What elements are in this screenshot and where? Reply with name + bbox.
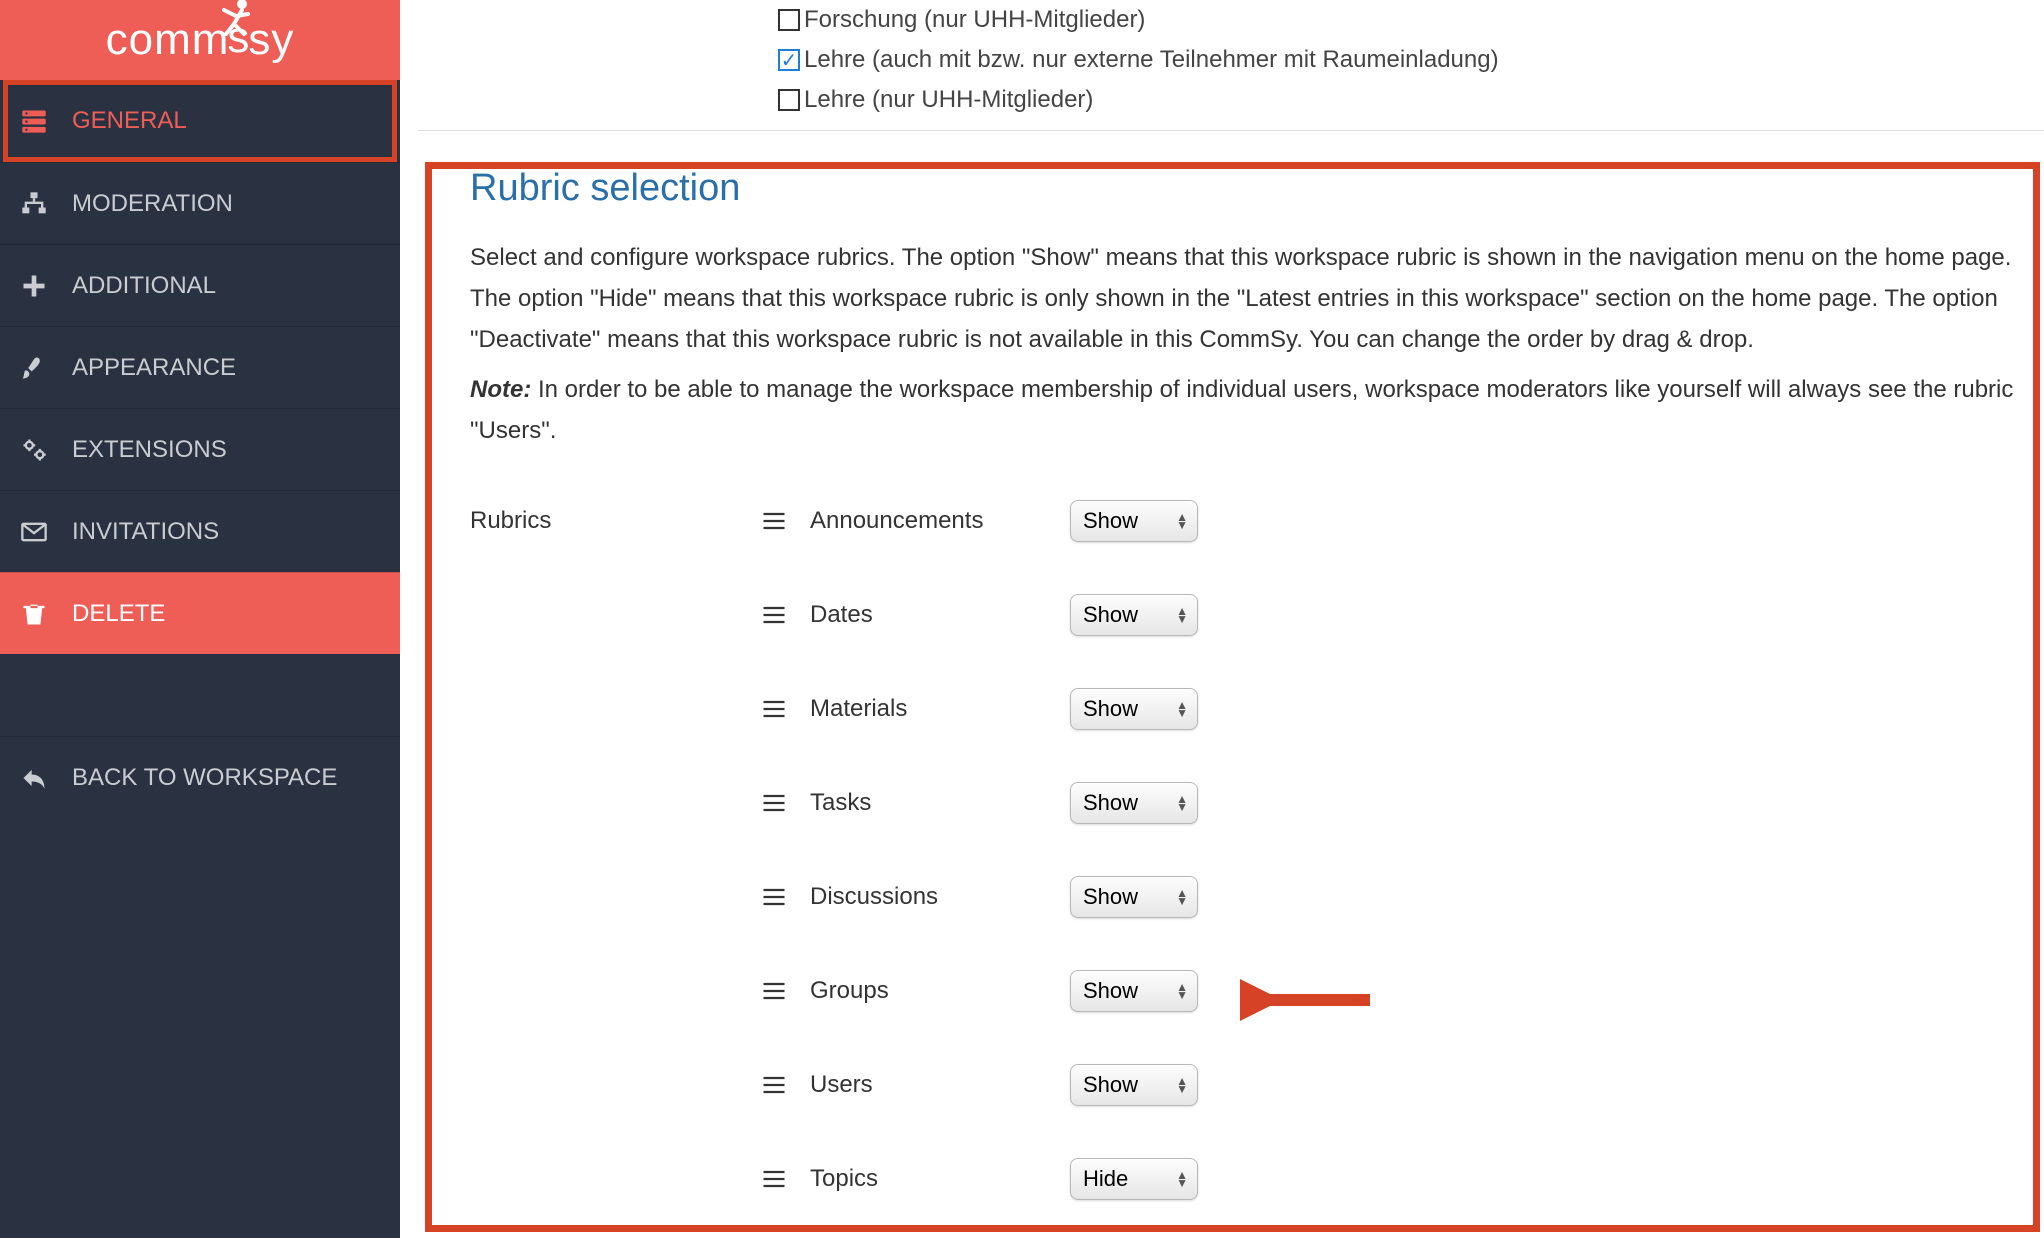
sidebar-item-additional[interactable]: ADDITIONAL [0,244,400,326]
rubric-table: RubricsAnnouncementsShowHideDeactivate▲▼… [470,500,2044,1200]
rubric-name: Topics [810,1165,1070,1193]
server-icon [18,107,50,135]
sitemap-icon [18,190,50,218]
sidebar-item-label: MODERATION [72,190,233,218]
brush-icon [18,354,50,382]
rubric-name: Announcements [810,507,1070,535]
rubric-visibility-select-wrap: ShowHideDeactivate▲▼ [1070,876,1198,918]
note-label: Note: [470,376,531,403]
rubric-name: Tasks [810,789,1070,817]
rubric-visibility-select[interactable]: ShowHideDeactivate [1070,1064,1198,1106]
sidebar-item-appearance[interactable]: APPEARANCE [0,326,400,408]
rubric-visibility-select[interactable]: ShowHideDeactivate [1070,876,1198,918]
sidebar-item-label: DELETE [72,600,165,628]
drag-handle-icon[interactable] [760,1165,810,1193]
rubric-name: Discussions [810,883,1070,911]
sidebar-item-label: BACK TO WORKSPACE [72,764,337,792]
rubrics-heading: Rubrics [470,507,760,535]
sidebar-item-label: GENERAL [72,107,187,135]
sidebar-item-label: INVITATIONS [72,518,219,546]
drag-handle-icon[interactable] [760,977,810,1005]
rubric-visibility-select[interactable]: ShowHideDeactivate [1070,594,1198,636]
envelope-icon [18,518,50,546]
main-content: Forschung (nur UHH-Mitglieder)✓Lehre (au… [400,0,2044,1238]
gears-icon [18,436,50,464]
drag-handle-icon[interactable] [760,507,810,535]
rubric-visibility-select[interactable]: ShowHideDeactivate [1070,500,1198,542]
checkbox-row: ✓Lehre (auch mit bzw. nur externe Teilne… [778,40,2044,80]
sidebar-item-label: EXTENSIONS [72,436,227,464]
sidebar-item-general[interactable]: GENERAL [0,80,400,162]
rubric-visibility-select[interactable]: ShowHideDeactivate [1070,782,1198,824]
rubric-visibility-select-wrap: ShowHideDeactivate▲▼ [1070,688,1198,730]
nav-list: GENERAL MODERATION ADDITIONAL APPEARANCE EXT… [0,80,400,818]
checkbox-label: Lehre (nur UHH-Mitglieder) [804,86,1093,114]
trash-icon [18,600,50,628]
sidebar-item-back[interactable]: BACK TO WORKSPACE [0,736,400,818]
rubric-name: Materials [810,695,1070,723]
plus-icon [18,272,50,300]
sidebar: commssy GENERAL MODERATION ADDITIONAL APPEA… [0,0,400,1238]
checkbox-row: Forschung (nur UHH-Mitglieder) [778,0,2044,40]
rubric-visibility-select-wrap: ShowHideDeactivate▲▼ [1070,1064,1198,1106]
rubric-name: Dates [810,601,1070,629]
rubric-name: Groups [810,977,1070,1005]
rubric-visibility-select[interactable]: ShowHideDeactivate [1070,970,1198,1012]
rubric-visibility-select[interactable]: ShowHideDeactivate [1070,1158,1198,1200]
rubric-section: Rubric selection Select and configure wo… [418,131,2044,1200]
section-description: Select and configure workspace rubrics. … [470,238,2044,360]
rubric-visibility-select-wrap: ShowHideDeactivate▲▼ [1070,594,1198,636]
drag-handle-icon[interactable] [760,789,810,817]
drag-handle-icon[interactable] [760,695,810,723]
rubric-visibility-select-wrap: ShowHideDeactivate▲▼ [1070,1158,1198,1200]
sidebar-item-label: ADDITIONAL [72,272,216,300]
sidebar-item-extensions[interactable]: EXTENSIONS [0,408,400,490]
checkbox-row: Lehre (nur UHH-Mitglieder) [778,80,2044,120]
drag-handle-icon[interactable] [760,1071,810,1099]
section-note: Note: In order to be able to manage the … [470,370,2044,452]
sidebar-item-moderation[interactable]: MODERATION [0,162,400,244]
checkbox[interactable]: ✓ [778,49,800,71]
reply-icon [18,764,50,792]
category-checkboxes: Forschung (nur UHH-Mitglieder)✓Lehre (au… [418,0,2044,131]
checkbox[interactable] [778,9,800,31]
checkbox-label: Lehre (auch mit bzw. nur externe Teilneh… [804,46,1499,74]
note-text: In order to be able to manage the worksp… [470,376,2013,444]
sidebar-item-label: APPEARANCE [72,354,236,382]
checkbox[interactable] [778,89,800,111]
rubric-visibility-select-wrap: ShowHideDeactivate▲▼ [1070,782,1198,824]
rubric-visibility-select[interactable]: ShowHideDeactivate [1070,688,1198,730]
rubric-name: Users [810,1071,1070,1099]
sidebar-item-delete[interactable]: DELETE [0,572,400,654]
sidebar-item-invitations[interactable]: INVITATIONS [0,490,400,572]
drag-handle-icon[interactable] [760,883,810,911]
logo: commssy [0,0,400,80]
drag-handle-icon[interactable] [760,601,810,629]
rubric-visibility-select-wrap: ShowHideDeactivate▲▼ [1070,970,1198,1012]
section-title: Rubric selection [470,167,2044,210]
checkbox-label: Forschung (nur UHH-Mitglieder) [804,6,1145,34]
rubric-visibility-select-wrap: ShowHideDeactivate▲▼ [1070,500,1198,542]
